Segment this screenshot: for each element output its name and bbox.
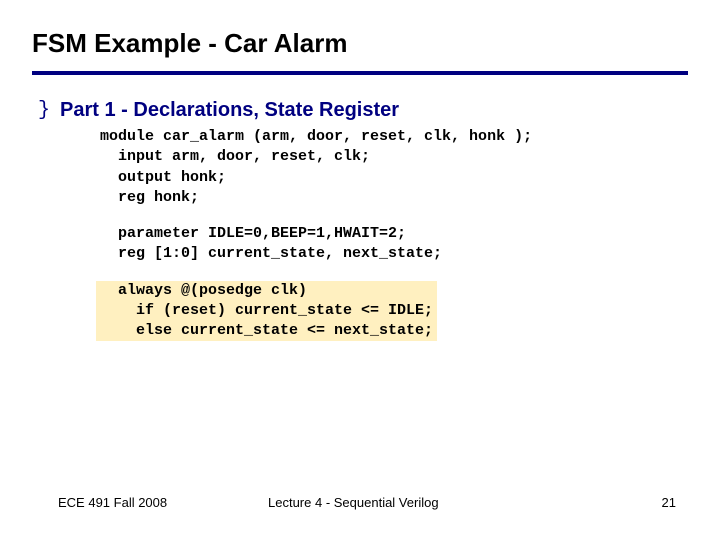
- bullet-glyph: }: [38, 99, 50, 123]
- code-group: module car_alarm (arm, door, reset, clk,…: [38, 123, 682, 341]
- section-subhead: Part 1 - Declarations, State Register: [60, 99, 399, 122]
- footer: ECE 491 Fall 2008 Lecture 4 - Sequential…: [0, 495, 720, 510]
- code-block-3: always @(posedge clk) if (reset) current…: [100, 281, 433, 342]
- code-block-1: module car_alarm (arm, door, reset, clk,…: [100, 127, 682, 208]
- slide-title: FSM Example - Car Alarm: [0, 0, 720, 71]
- footer-left: ECE 491 Fall 2008: [58, 495, 258, 510]
- content-area: } Part 1 - Declarations, State Register …: [0, 75, 720, 341]
- footer-page-number: 21: [662, 495, 676, 510]
- bullet-row: } Part 1 - Declarations, State Register: [38, 99, 682, 123]
- highlighted-block: always @(posedge clk) if (reset) current…: [100, 281, 433, 342]
- code-block-2: parameter IDLE=0,BEEP=1,HWAIT=2; reg [1:…: [100, 208, 682, 265]
- footer-center: Lecture 4 - Sequential Verilog: [258, 495, 662, 510]
